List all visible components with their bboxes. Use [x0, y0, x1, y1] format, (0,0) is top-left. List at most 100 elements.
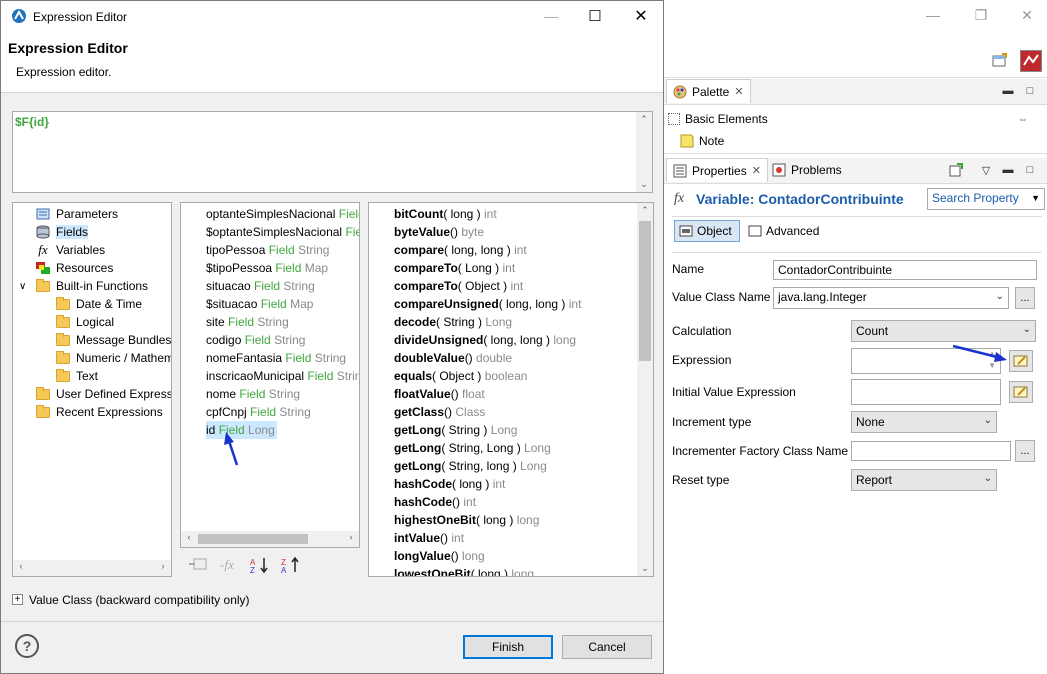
- field-item[interactable]: codigo Field String: [206, 331, 305, 349]
- value-class-browse-button[interactable]: ...: [1015, 287, 1035, 309]
- method-item[interactable]: compareUnsigned( long, long ) int: [394, 295, 581, 313]
- category-item[interactable]: ∨ Built-in Functions: [13, 277, 148, 295]
- method-item[interactable]: compareTo( Long ) int: [394, 259, 515, 277]
- field-item[interactable]: $situacao Field Map: [206, 295, 313, 313]
- incrementer-browse-button[interactable]: ...: [1015, 440, 1035, 462]
- method-item[interactable]: doubleValue() double: [394, 349, 512, 367]
- category-item[interactable]: Numeric / Mathem: [13, 349, 171, 367]
- scroll-right-icon[interactable]: ›: [155, 561, 171, 571]
- open-perspective-icon[interactable]: [990, 52, 1010, 70]
- method-item[interactable]: hashCode() int: [394, 493, 476, 511]
- tab-problems[interactable]: Problems: [766, 158, 848, 182]
- insert-field-icon[interactable]: [188, 556, 208, 574]
- sort-ascending-icon[interactable]: AZ: [249, 556, 271, 574]
- scroll-thumb[interactable]: [639, 221, 651, 361]
- close-tab-icon[interactable]: ✕: [752, 164, 761, 177]
- report-perspective-icon[interactable]: [1020, 50, 1042, 72]
- method-item[interactable]: decode( String ) Long: [394, 313, 512, 331]
- method-item[interactable]: hashCode( long ) int: [394, 475, 505, 493]
- method-item[interactable]: divideUnsigned( long, long ) long: [394, 331, 576, 349]
- palette-section[interactable]: Basic Elements ⇔: [668, 110, 1038, 128]
- scroll-down-icon[interactable]: ⌄: [636, 179, 652, 190]
- category-item[interactable]: Resources: [13, 259, 113, 277]
- tab-properties[interactable]: Properties ✕: [666, 158, 768, 182]
- field-item[interactable]: situacao Field String: [206, 277, 315, 295]
- field-item[interactable]: tipoPessoa Field String: [206, 241, 329, 259]
- minimize-view-icon[interactable]: ▬: [1000, 162, 1016, 178]
- scroll-left-icon[interactable]: ‹: [13, 561, 29, 571]
- search-property-combo[interactable]: Search Property ▼: [927, 188, 1045, 210]
- calculation-combo[interactable]: Count ⌄: [851, 320, 1036, 342]
- minimize-icon[interactable]: —: [910, 0, 956, 30]
- incrementer-field[interactable]: [851, 441, 1011, 461]
- category-item[interactable]: Date & Time: [13, 295, 142, 313]
- method-item[interactable]: floatValue() float: [394, 385, 485, 403]
- palette-item-note[interactable]: Note: [680, 132, 724, 150]
- scroll-right-icon[interactable]: ›: [343, 532, 359, 542]
- increment-type-combo[interactable]: None ⌄: [851, 411, 997, 433]
- category-item[interactable]: Fields: [13, 223, 89, 241]
- method-item[interactable]: lowestOneBit( long ) long: [394, 565, 534, 576]
- method-item[interactable]: equals( Object ) boolean: [394, 367, 527, 385]
- maximize-view-icon[interactable]: □: [1022, 83, 1038, 99]
- field-item[interactable]: site Field String: [206, 313, 289, 331]
- value-class-combo[interactable]: java.lang.Integer ⌄: [773, 287, 1009, 309]
- method-item[interactable]: compare( long, long ) int: [394, 241, 527, 259]
- field-item[interactable]: $tipoPessoa Field Map: [206, 259, 328, 277]
- expression-scrollbar[interactable]: ⌃ ⌄: [636, 112, 652, 192]
- tab-palette[interactable]: Palette ✕: [666, 79, 751, 103]
- close-tab-icon[interactable]: ✕: [734, 85, 743, 98]
- field-item[interactable]: optanteSimplesNacional Field: [206, 205, 359, 223]
- minimize-view-icon[interactable]: ▬: [1000, 83, 1016, 99]
- method-item[interactable]: compareTo( Object ) int: [394, 277, 523, 295]
- sort-descending-icon[interactable]: ZA: [280, 556, 302, 574]
- expand-toggle[interactable]: +: [12, 594, 23, 605]
- method-item[interactable]: highestOneBit( long ) long: [394, 511, 539, 529]
- close-icon[interactable]: ✕: [1004, 0, 1047, 30]
- reset-type-combo[interactable]: Report ⌄: [851, 469, 997, 491]
- view-menu-icon[interactable]: ▽: [978, 162, 994, 178]
- minimize-icon[interactable]: —: [535, 3, 567, 29]
- close-icon[interactable]: ✕: [625, 3, 657, 29]
- category-item[interactable]: Message Bundles: [13, 331, 171, 349]
- field-item[interactable]: $optanteSimplesNacional Fie: [206, 223, 359, 241]
- initial-value-field[interactable]: [851, 379, 1001, 405]
- method-item[interactable]: longValue() long: [394, 547, 485, 565]
- chevron-down-icon[interactable]: ∨: [19, 281, 26, 292]
- maximize-icon[interactable]: ☐: [579, 3, 611, 29]
- restore-icon[interactable]: ❐: [958, 0, 1004, 30]
- method-item[interactable]: getClass() Class: [394, 403, 485, 421]
- fields-hscrollbar[interactable]: ‹ ›: [181, 531, 359, 547]
- method-item[interactable]: getLong( String ) Long: [394, 421, 517, 439]
- edit-expression-button[interactable]: [1009, 350, 1033, 372]
- method-item[interactable]: byteValue() byte: [394, 223, 484, 241]
- tab-advanced[interactable]: Advanced: [744, 220, 828, 242]
- field-item[interactable]: nome Field String: [206, 385, 300, 403]
- scroll-down-icon[interactable]: ⌄: [637, 563, 653, 574]
- tab-object[interactable]: Object: [674, 220, 740, 242]
- field-item[interactable]: inscricaoMunicipal Field Strir: [206, 367, 359, 385]
- cancel-button[interactable]: Cancel: [562, 635, 652, 659]
- field-item[interactable]: nomeFantasia Field String: [206, 349, 346, 367]
- scroll-thumb[interactable]: [198, 534, 308, 544]
- method-item[interactable]: getLong( String, Long ) Long: [394, 439, 551, 457]
- maximize-view-icon[interactable]: □: [1022, 162, 1038, 178]
- category-item[interactable]: Logical: [13, 313, 114, 331]
- field-item[interactable]: cpfCnpj Field String: [206, 403, 311, 421]
- category-item[interactable]: fx Variables: [13, 241, 105, 259]
- scroll-up-icon[interactable]: ⌃: [637, 205, 653, 216]
- methods-scrollbar[interactable]: ⌃ ⌄: [637, 203, 653, 576]
- finish-button[interactable]: Finish: [463, 635, 553, 659]
- method-item[interactable]: intValue() int: [394, 529, 464, 547]
- expression-textarea[interactable]: $F{id} ⌃ ⌄: [12, 111, 653, 193]
- help-icon[interactable]: ?: [15, 634, 39, 658]
- fx-icon[interactable]: -fx: [220, 557, 234, 573]
- category-item[interactable]: User Defined Expressi: [13, 385, 171, 403]
- scroll-up-icon[interactable]: ⌃: [636, 114, 652, 125]
- pin-icon[interactable]: [948, 162, 964, 178]
- category-item[interactable]: Text: [13, 367, 98, 385]
- scroll-left-icon[interactable]: ‹: [181, 532, 197, 542]
- category-item[interactable]: Recent Expressions: [13, 403, 163, 421]
- name-field[interactable]: ContadorContribuinte: [773, 260, 1037, 280]
- category-hscrollbar[interactable]: ‹ ›: [13, 560, 171, 576]
